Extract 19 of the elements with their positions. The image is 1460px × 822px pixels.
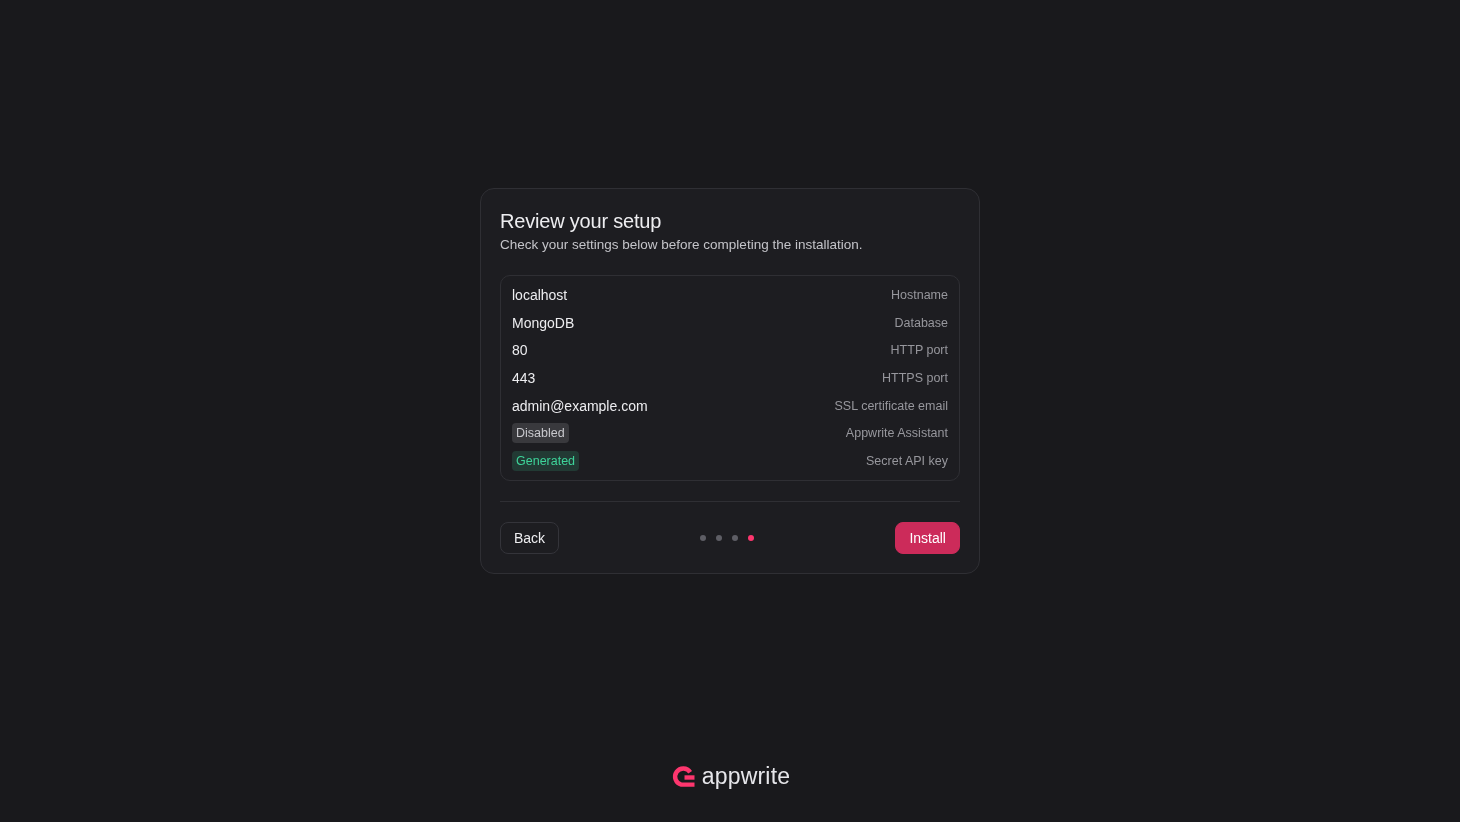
install-button[interactable]: Install: [895, 521, 960, 554]
logo-wordmark: appwrite: [701, 763, 791, 789]
setting-label: Appwrite Assistant: [845, 426, 948, 441]
setting-label: Secret API key: [866, 453, 948, 468]
back-button[interactable]: Back: [500, 521, 560, 554]
setting-label: Hostname: [891, 287, 948, 302]
setting-value: admin@example.com: [512, 397, 648, 414]
status-tag: Disabled: [512, 423, 569, 444]
setting-value: 443: [512, 369, 536, 386]
setting-value: localhost: [512, 286, 568, 303]
setting-label: HTTPS port: [882, 370, 948, 385]
status-tag: Generated: [512, 450, 580, 471]
setting-label: SSL certificate email: [834, 398, 948, 413]
setting-label: Database: [894, 315, 948, 330]
card-subtitle: Check your settings below before completing the installation.: [500, 236, 864, 254]
setting-value: 80: [512, 342, 528, 359]
setting-value: MongoDB: [512, 314, 575, 331]
card-title: Review your setup: [500, 209, 663, 234]
setting-label: HTTP port: [890, 343, 948, 358]
